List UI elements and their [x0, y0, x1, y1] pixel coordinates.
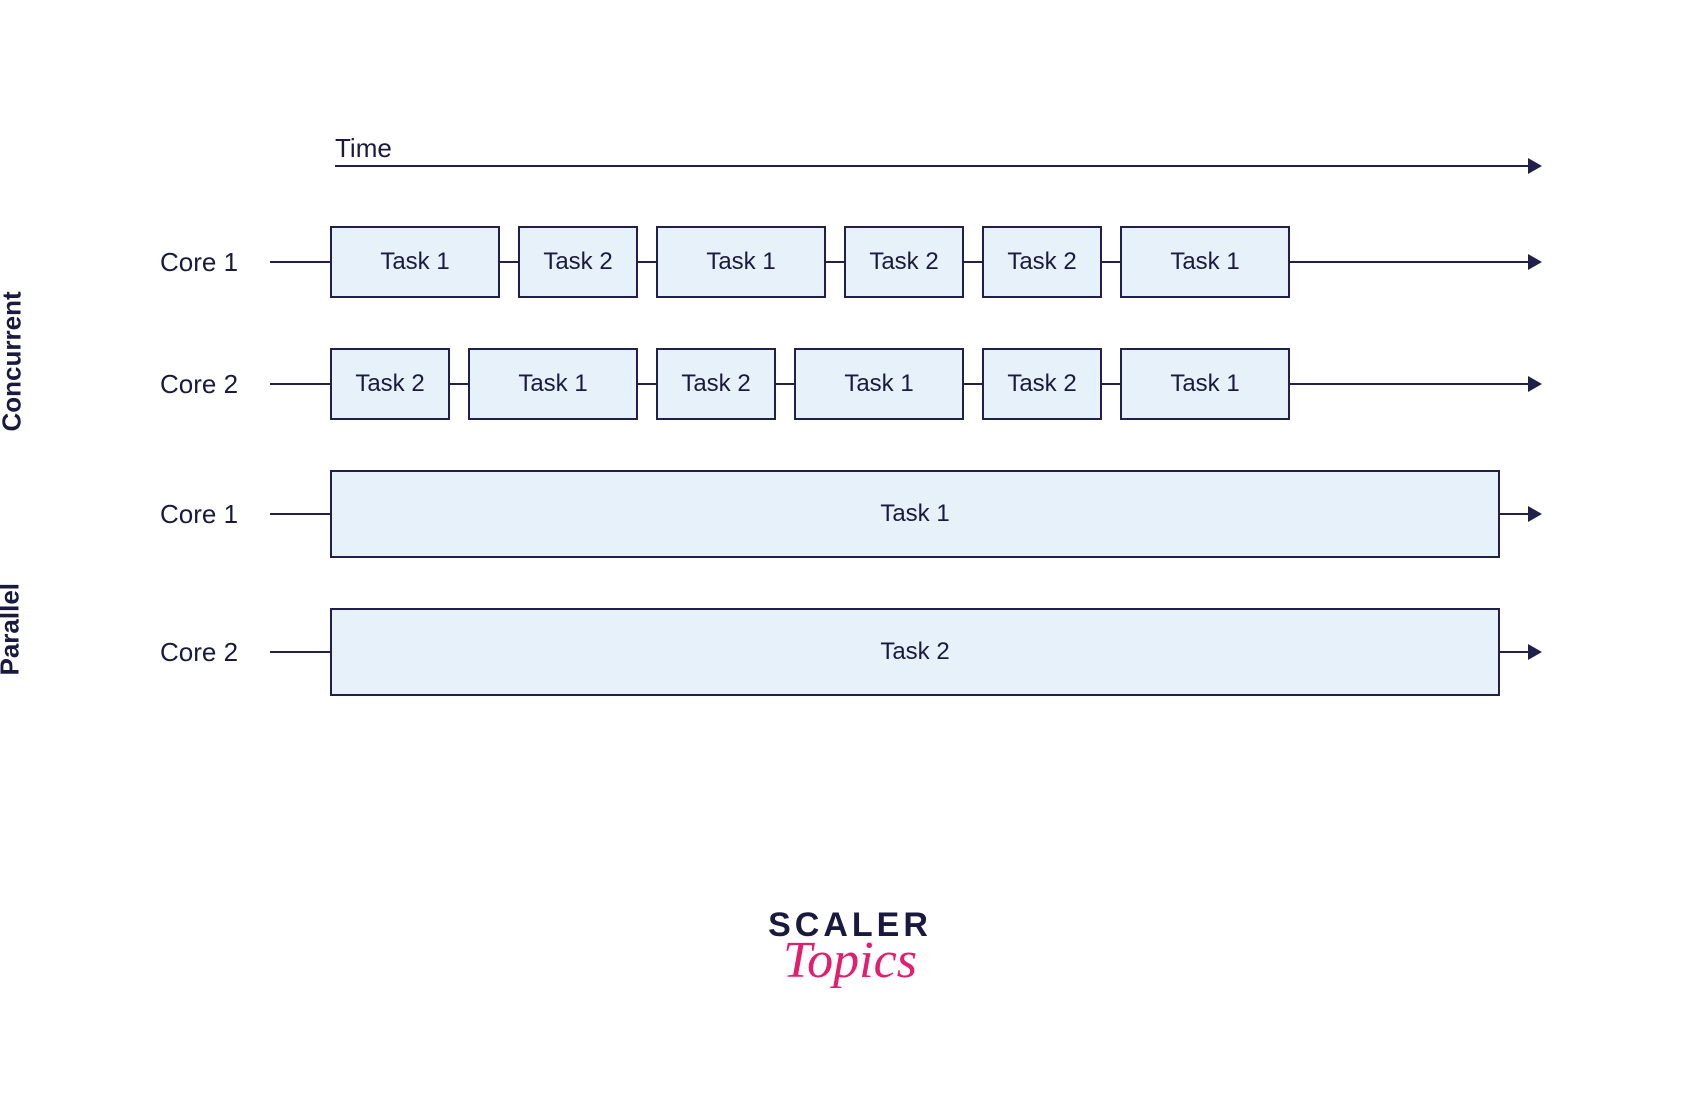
core-label: Core 1 — [160, 247, 270, 278]
core-label: Core 2 — [160, 369, 270, 400]
brand-logo: SCALER Topics — [768, 906, 932, 990]
arrow-right-icon — [1528, 254, 1542, 270]
arrow-right-icon — [1528, 158, 1542, 174]
arrow-right-icon — [1528, 506, 1542, 522]
core-label: Core 2 — [160, 637, 270, 668]
parallel-section: Core 1 Task 1 Core 2 Task 2 — [160, 470, 1540, 696]
timeline: Task 1 — [270, 470, 1540, 558]
task-box: Task 2 — [330, 348, 450, 420]
task-box: Task 2 — [518, 226, 638, 298]
task-box: Task 1 — [1120, 348, 1290, 420]
logo-text-topics: Topics — [768, 931, 932, 990]
task-box: Task 1 — [468, 348, 638, 420]
tasks-wrap: Task 1 Task 2 Task 1 Task 2 Task 2 Task … — [330, 226, 1290, 298]
diagram-container: Time Concurrent Core 1 Task 1 Task 2 Tas… — [160, 120, 1540, 746]
timeline: Task 2 — [270, 608, 1540, 696]
section-label-concurrent: Concurrent — [0, 272, 28, 432]
task-box: Task 2 — [330, 608, 1500, 696]
arrow-right-icon — [1528, 376, 1542, 392]
time-axis-arrow — [335, 156, 1540, 176]
tasks-wrap: Task 2 Task 1 Task 2 Task 1 Task 2 Task … — [330, 348, 1290, 420]
concurrent-core2-row: Core 2 Task 2 Task 1 Task 2 Task 1 Task … — [160, 348, 1540, 420]
task-box: Task 2 — [656, 348, 776, 420]
task-box: Task 1 — [794, 348, 964, 420]
arrow-right-icon — [1528, 644, 1542, 660]
timeline: Task 1 Task 2 Task 1 Task 2 Task 2 Task … — [270, 226, 1540, 298]
task-box: Task 1 — [656, 226, 826, 298]
task-box: Task 1 — [330, 470, 1500, 558]
task-box: Task 2 — [844, 226, 964, 298]
section-label-parallel: Parallel — [0, 556, 26, 676]
parallel-core2-row: Core 2 Task 2 — [160, 608, 1540, 696]
parallel-core1-row: Core 1 Task 1 — [160, 470, 1540, 558]
timeline: Task 2 Task 1 Task 2 Task 1 Task 2 Task … — [270, 348, 1540, 420]
task-box: Task 1 — [1120, 226, 1290, 298]
task-box: Task 1 — [330, 226, 500, 298]
task-box: Task 2 — [982, 226, 1102, 298]
core-label: Core 1 — [160, 499, 270, 530]
concurrent-core1-row: Core 1 Task 1 Task 2 Task 1 Task 2 Task … — [160, 226, 1540, 298]
time-row: Time — [335, 120, 1540, 176]
task-box: Task 2 — [982, 348, 1102, 420]
